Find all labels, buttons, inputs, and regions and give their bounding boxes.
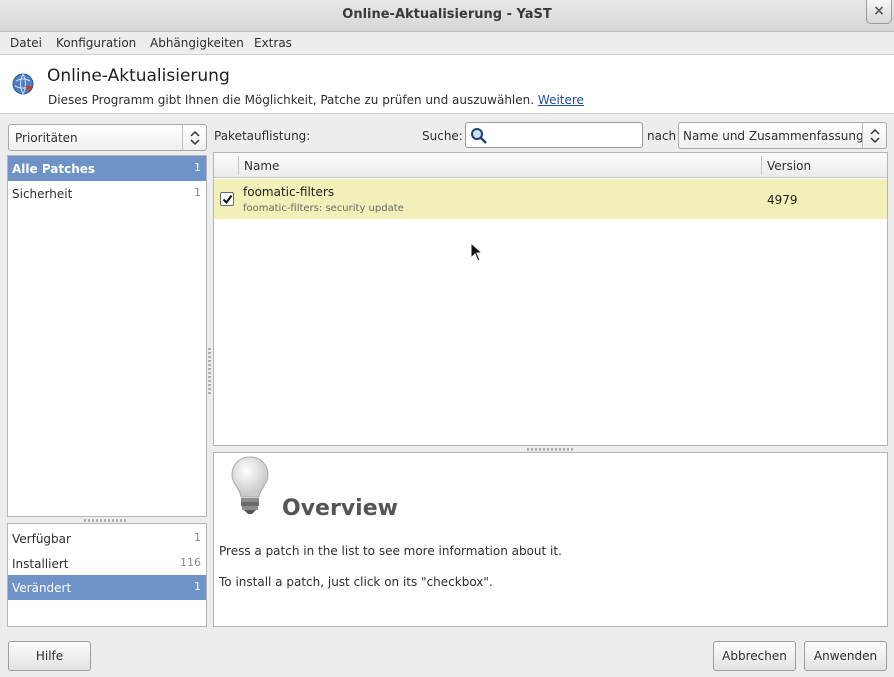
state-label: Verändert [12, 581, 72, 595]
checkmark-icon [222, 194, 233, 205]
package-list-label: Paketauflistung: [214, 129, 311, 143]
close-button[interactable]: × [866, 0, 892, 24]
page-header: Online-Aktualisierung Dieses Programm gi… [0, 54, 894, 114]
overview-panel: Overview Press a patch in the list to se… [213, 452, 888, 627]
category-item-sicherheit[interactable]: Sicherheit 1 [8, 181, 206, 206]
help-button[interactable]: Hilfe [8, 641, 91, 671]
filter-combo[interactable]: Prioritäten [8, 124, 207, 151]
combo-arrows-icon [182, 125, 206, 150]
description-text: Dieses Programm gibt Ihnen die Möglichke… [48, 93, 535, 107]
patch-version: 4979 [767, 193, 798, 207]
pane-resize-handle[interactable] [527, 448, 573, 451]
pane-resize-handle[interactable] [84, 519, 128, 522]
mouse-cursor-icon [470, 242, 484, 262]
state-count: 1 [194, 580, 201, 593]
window-title: Online-Aktualisierung - YaST [342, 7, 552, 22]
state-label: Verfügbar [12, 532, 71, 546]
search-field-combo[interactable]: Name und Zusammenfassung [678, 122, 887, 149]
search-icon [471, 128, 487, 144]
combo-arrows-icon [862, 123, 886, 148]
category-count: 1 [194, 186, 201, 199]
state-item-verfuegbar[interactable]: Verfügbar 1 [8, 526, 206, 551]
overview-title: Overview [282, 496, 398, 521]
overview-line-2: To install a patch, just click on its "c… [219, 575, 493, 589]
column-header-name[interactable]: Name [244, 159, 279, 173]
menu-bar: Datei Konfiguration Abhängigkeiten Extra… [0, 32, 894, 54]
filter-combo-value: Prioritäten [15, 131, 78, 145]
search-field-value: Name und Zusammenfassung [683, 129, 864, 143]
category-count: 1 [194, 161, 201, 174]
search-label: Suche: [422, 129, 463, 143]
lightbulb-icon [231, 456, 269, 514]
apply-button[interactable]: Anwenden [804, 641, 887, 671]
category-label: Sicherheit [12, 187, 73, 201]
state-item-veraendert[interactable]: Verändert 1 [8, 575, 206, 600]
state-count: 116 [180, 556, 201, 569]
table-header: Name Version [214, 153, 887, 178]
menu-extras[interactable]: Extras [254, 36, 292, 50]
category-list: Alle Patches 1 Sicherheit 1 [7, 155, 207, 517]
patch-name: foomatic-filters [243, 185, 335, 199]
page-description: Dieses Programm gibt Ihnen die Möglichke… [48, 93, 584, 107]
column-header-version[interactable]: Version [767, 159, 811, 173]
patch-checkbox[interactable] [220, 192, 234, 206]
more-link[interactable]: Weitere [538, 93, 584, 107]
patch-summary: foomatic-filters: security update [243, 203, 404, 214]
nach-label: nach [647, 129, 677, 143]
state-item-installiert[interactable]: Installiert 116 [8, 551, 206, 576]
state-label: Installiert [12, 557, 69, 571]
menu-datei[interactable]: Datei [10, 36, 42, 50]
cancel-button[interactable]: Abbrechen [713, 641, 796, 671]
vertical-resize-handle[interactable] [208, 348, 211, 396]
search-input[interactable] [465, 122, 643, 148]
menu-abhaengigkeiten[interactable]: Abhängigkeiten [150, 36, 244, 50]
page-title: Online-Aktualisierung [47, 66, 230, 86]
patch-table: Name Version foomatic-filters foomatic-f… [213, 152, 888, 446]
category-label: Alle Patches [12, 162, 96, 176]
state-list: Verfügbar 1 Installiert 116 Verändert 1 [7, 523, 207, 627]
overview-line-1: Press a patch in the list to see more in… [219, 544, 562, 558]
table-row[interactable]: foomatic-filters foomatic-filters: secur… [214, 179, 887, 219]
menu-konfiguration[interactable]: Konfiguration [56, 36, 136, 50]
title-bar: Online-Aktualisierung - YaST × [0, 0, 894, 32]
globe-update-icon [12, 73, 34, 95]
state-count: 1 [194, 531, 201, 544]
category-item-alle-patches[interactable]: Alle Patches 1 [8, 156, 206, 181]
